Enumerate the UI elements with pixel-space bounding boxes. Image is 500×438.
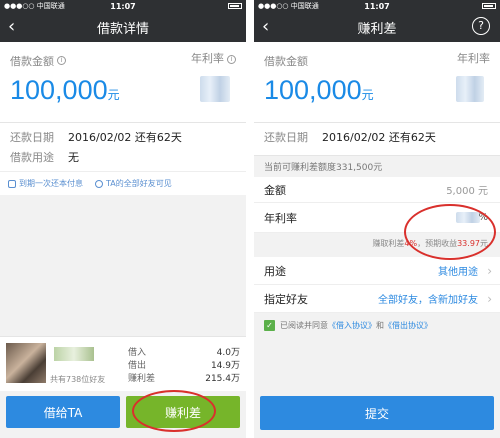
- purpose-row: 借款用途 无: [10, 147, 236, 167]
- rate-input-row[interactable]: 年利率 %: [254, 203, 500, 233]
- blurred-lender-name: [54, 347, 94, 361]
- chevron-right-icon: ›: [487, 291, 492, 306]
- earnings-summary: 赚取利差 4% ，预期收益 33.97 元: [254, 233, 500, 253]
- nav-bar: ‹ 借款详情: [0, 12, 246, 42]
- purpose-select-row[interactable]: 用途 其他用途 ›: [254, 257, 500, 285]
- repay-date-value: 2016/02/02 还有62天: [68, 131, 182, 144]
- avatar[interactable]: [6, 343, 46, 383]
- tip-visibility-text: TA的全部好友可见: [106, 179, 172, 188]
- rate-label-text: 年利率: [191, 52, 224, 65]
- stat-lent-value: 14.9万: [210, 361, 240, 371]
- rate-input-label: 年利率: [264, 211, 297, 225]
- agree-checkbox[interactable]: ✓: [264, 319, 275, 331]
- rate-info-icon[interactable]: i: [227, 54, 236, 64]
- amount-label: 借款金额: [10, 55, 54, 68]
- amount-number: 100,000: [10, 75, 108, 105]
- battery-icon: [228, 3, 242, 9]
- amount-input-value[interactable]: 5,000 元: [446, 182, 488, 197]
- stat-borrowed: 借入 4.0万: [128, 345, 240, 358]
- chevron-right-icon: ›: [487, 263, 492, 278]
- purpose-value: 其他用途: [438, 267, 478, 278]
- earn-suffix: 元: [480, 238, 488, 248]
- amount-input-label: 金额: [264, 183, 286, 197]
- info-icon[interactable]: i: [57, 56, 66, 65]
- stat-spread-value: 215.4万: [205, 374, 240, 384]
- lender-stats: 借入 4.0万 借出 14.9万 赚利差 215.4万: [128, 345, 240, 384]
- agree-and: 和: [376, 320, 384, 330]
- content-spacer: [0, 195, 246, 335]
- stat-spread-label: 赚利差: [128, 374, 156, 384]
- right-screen: ●●●○○ 中国联通 11:07 ‹ 赚利差 ? 借款金额 100,000元 年…: [254, 0, 500, 438]
- lend-to-ta-button[interactable]: 借给TA: [6, 396, 120, 428]
- page-title: 赚利差: [357, 21, 397, 37]
- status-bar: ●●●○○ 中国联通 11:07: [0, 0, 246, 12]
- lend-agreement-link[interactable]: 《借出协议》: [384, 320, 432, 331]
- friend-label: 指定好友: [264, 292, 308, 306]
- percent-unit: %: [478, 212, 488, 223]
- borrow-agreement-link[interactable]: 《借入协议》: [328, 320, 376, 331]
- repay-date-value: 2016/02/02 还有62天: [322, 131, 436, 144]
- battery-icon: [482, 3, 496, 9]
- loan-amount-card: 借款金额 100,000元 年利率: [254, 42, 500, 122]
- rate-label: 年利率: [457, 52, 490, 65]
- amount-unit: 元: [107, 88, 120, 102]
- purpose-value: 无: [68, 151, 79, 164]
- repay-date-row: 还款日期 2016/02/02 还有62天: [264, 127, 490, 147]
- repay-date-label: 还款日期: [264, 131, 308, 144]
- left-screen: ●●●○○ 中国联通 11:07 ‹ 借款详情 借款金额 i 100,000元 年…: [0, 0, 246, 438]
- calendar-icon: [8, 179, 16, 188]
- purpose-label: 用途: [264, 264, 286, 278]
- earn-middle: ，预期收益: [417, 238, 458, 248]
- blurred-rate-value: [456, 76, 484, 102]
- stat-lent-label: 借出: [128, 361, 147, 371]
- loan-tips: 到期一次还本付息 TA的全部好友可见: [0, 171, 246, 195]
- page-title: 借款详情: [96, 21, 149, 37]
- repay-date-label: 还款日期: [10, 131, 54, 144]
- friend-select-row[interactable]: 指定好友 全部好友，含新加好友 ›: [254, 285, 500, 313]
- people-icon: [95, 179, 103, 188]
- loan-details: 还款日期 2016/02/02 还有62天 借款用途 无: [0, 122, 246, 171]
- friend-value: 全部好友，含新加好友: [378, 295, 478, 306]
- rate-label: 年利率 i: [191, 50, 236, 66]
- earn-percent: 4%: [404, 238, 418, 248]
- agree-text: 已阅读并同意: [280, 320, 328, 330]
- friend-count: 共有738位好友: [50, 375, 106, 384]
- status-bar: ●●●○○ 中国联通 11:07: [254, 0, 500, 12]
- repay-date-row: 还款日期 2016/02/02 还有62天: [10, 127, 236, 147]
- back-icon[interactable]: ‹: [262, 16, 269, 37]
- amount-input-row[interactable]: 金额 5,000 元: [254, 177, 500, 203]
- earn-spread-button[interactable]: 赚利差: [126, 396, 240, 428]
- help-icon[interactable]: ?: [472, 17, 490, 35]
- status-time: 11:07: [364, 1, 390, 11]
- available-quota: 当前可赚利差额度331,500元: [254, 155, 500, 177]
- stat-borrowed-label: 借入: [128, 348, 147, 358]
- tip-repayment-text: 到期一次还本付息: [19, 179, 83, 188]
- loan-amount-card: 借款金额 i 100,000元 年利率 i: [0, 42, 246, 122]
- tip-visibility: TA的全部好友可见: [95, 178, 172, 189]
- amount-unit: 元: [361, 88, 374, 102]
- earn-prefix: 赚取利差: [372, 238, 405, 248]
- tip-repayment: 到期一次还本付息: [8, 178, 83, 189]
- status-time: 11:07: [110, 1, 136, 11]
- submit-button[interactable]: 提交: [260, 396, 494, 430]
- blurred-rate-input: [456, 212, 480, 223]
- purpose-label: 借款用途: [10, 151, 54, 164]
- amount-number: 100,000: [264, 75, 362, 105]
- agreement-row: ✓ 已阅读并同意 《借入协议》 和 《借出协议》: [254, 313, 500, 337]
- stat-spread: 赚利差 215.4万: [128, 371, 240, 384]
- stat-borrowed-value: 4.0万: [216, 348, 240, 358]
- lender-panel: 共有738位好友 借入 4.0万 借出 14.9万 赚利差 215.4万: [0, 336, 246, 391]
- loan-details: 还款日期 2016/02/02 还有62天: [254, 122, 500, 155]
- blurred-rate-value: [200, 76, 230, 102]
- action-buttons: 借给TA 赚利差: [6, 396, 240, 428]
- amount-label: 借款金额: [264, 55, 308, 68]
- nav-bar: ‹ 赚利差 ?: [254, 12, 500, 42]
- back-icon[interactable]: ‹: [8, 16, 15, 37]
- stat-lent: 借出 14.9万: [128, 358, 240, 371]
- earn-amount: 33.97: [457, 238, 480, 248]
